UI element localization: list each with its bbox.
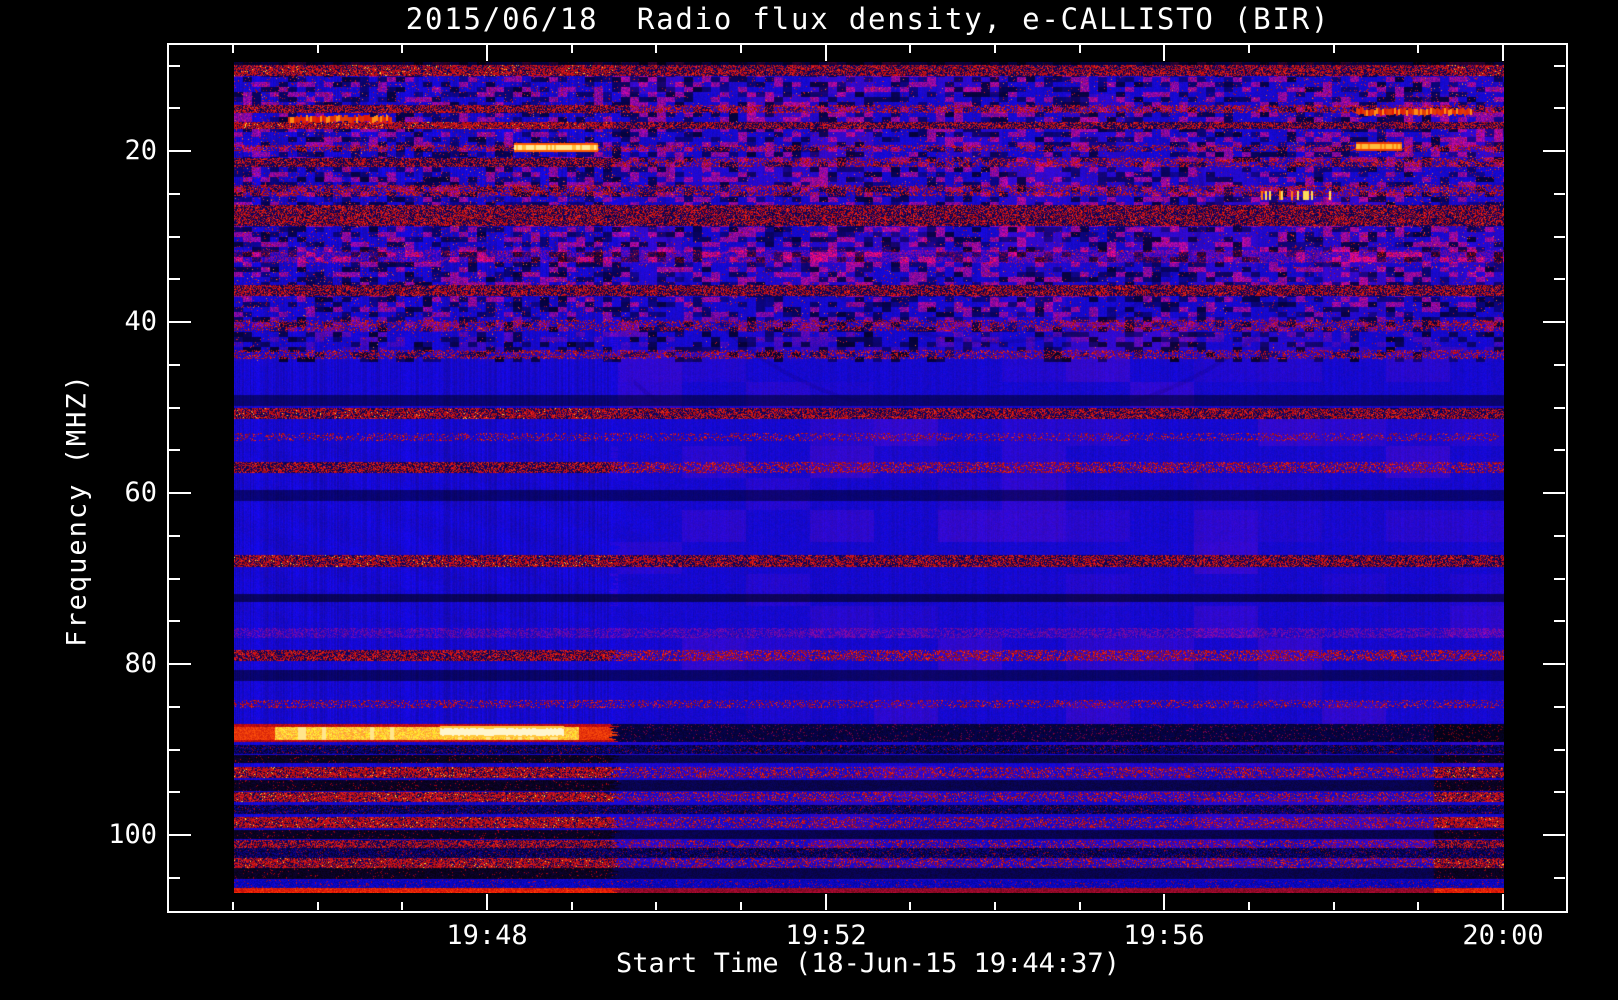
y-tick: [1554, 278, 1565, 280]
y-axis-label: Frequency (MHZ): [61, 373, 93, 647]
y-tick: [169, 65, 180, 67]
y-tick: [169, 535, 180, 537]
y-tick: [169, 791, 180, 793]
x-tick: [232, 45, 234, 53]
x-tick: [1079, 902, 1081, 910]
x-tick: [571, 902, 573, 910]
x-tick: [1163, 894, 1165, 910]
y-tick-label: 80: [124, 648, 157, 679]
y-tick: [1543, 321, 1565, 323]
y-tick: [1543, 492, 1565, 494]
y-tick: [1543, 663, 1565, 665]
x-tick: [1248, 902, 1250, 910]
figure: 2015/06/18 Radio flux density, e-CALLIST…: [0, 0, 1618, 1000]
y-tick: [1554, 107, 1565, 109]
x-tick: [740, 45, 742, 53]
y-tick: [1554, 620, 1565, 622]
y-tick-label: 20: [124, 135, 157, 166]
y-tick: [1554, 449, 1565, 451]
y-tick-label: 100: [108, 819, 157, 850]
chart-title: 2015/06/18 Radio flux density, e-CALLIST…: [405, 2, 1331, 36]
y-tick: [1554, 706, 1565, 708]
x-tick: [1163, 45, 1165, 61]
y-tick: [1554, 407, 1565, 409]
y-tick: [169, 407, 180, 409]
x-tick: [1333, 902, 1335, 910]
x-tick: [1333, 45, 1335, 53]
y-tick: [169, 236, 180, 238]
y-tick: [169, 193, 180, 195]
x-tick: [401, 45, 403, 53]
y-tick: [169, 449, 180, 451]
y-tick: [169, 663, 191, 665]
spectrogram-canvas: [234, 62, 1504, 893]
y-tick-label: 40: [124, 306, 157, 337]
x-tick: [825, 45, 827, 61]
y-tick: [1554, 535, 1565, 537]
x-tick-label: 19:56: [1123, 920, 1205, 951]
y-tick: [169, 877, 180, 879]
y-tick: [169, 364, 180, 366]
x-tick-label: 20:00: [1462, 920, 1544, 951]
x-tick: [994, 45, 996, 53]
x-tick: [1417, 45, 1419, 53]
x-tick: [317, 45, 319, 53]
y-tick: [1543, 834, 1565, 836]
x-tick: [401, 902, 403, 910]
x-tick: [740, 902, 742, 910]
y-tick: [1554, 193, 1565, 195]
y-tick: [169, 706, 180, 708]
x-tick-label: 19:52: [785, 920, 867, 951]
x-tick: [1079, 45, 1081, 53]
y-tick: [1543, 150, 1565, 152]
x-axis-label: Start Time (18-Jun-15 19:44:37): [616, 948, 1120, 979]
x-tick-label: 19:48: [446, 920, 528, 951]
x-tick: [317, 902, 319, 910]
x-tick: [909, 902, 911, 910]
y-tick: [169, 321, 191, 323]
y-tick: [169, 834, 191, 836]
x-tick: [1502, 894, 1504, 910]
y-tick: [1554, 877, 1565, 879]
x-tick: [232, 902, 234, 910]
x-tick: [655, 45, 657, 53]
x-tick: [655, 902, 657, 910]
y-tick: [169, 492, 191, 494]
y-tick-label: 60: [124, 477, 157, 508]
y-tick: [1554, 749, 1565, 751]
x-tick: [486, 894, 488, 910]
x-tick: [1417, 902, 1419, 910]
y-tick: [169, 749, 180, 751]
x-tick: [1502, 45, 1504, 61]
x-tick: [571, 45, 573, 53]
y-tick: [1554, 791, 1565, 793]
y-tick: [169, 578, 180, 580]
y-tick: [1554, 364, 1565, 366]
y-tick: [1554, 236, 1565, 238]
y-tick: [169, 620, 180, 622]
x-tick: [825, 894, 827, 910]
y-tick: [1554, 65, 1565, 67]
x-tick: [994, 902, 996, 910]
y-tick: [169, 150, 191, 152]
x-tick: [486, 45, 488, 61]
x-tick: [909, 45, 911, 53]
y-tick: [1554, 578, 1565, 580]
x-tick: [1248, 45, 1250, 53]
y-tick: [169, 107, 180, 109]
y-tick: [169, 278, 180, 280]
